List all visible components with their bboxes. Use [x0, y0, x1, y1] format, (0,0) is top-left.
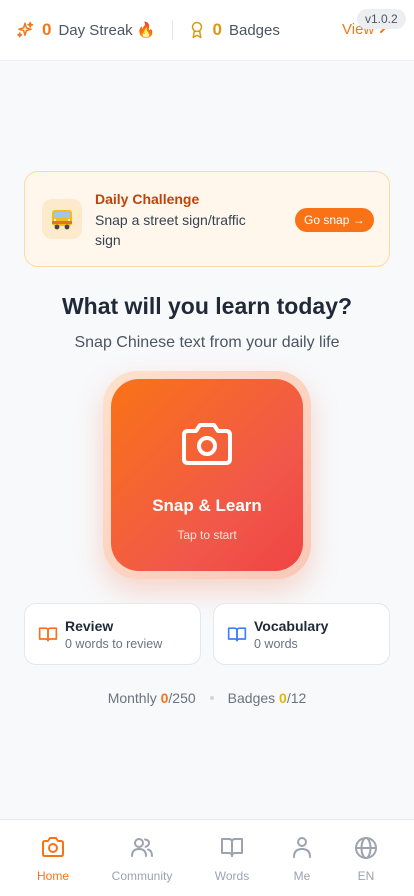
monthly-total: /250	[168, 690, 196, 706]
nav-label: Home	[36, 869, 69, 883]
book-open-icon	[227, 625, 247, 648]
users-icon	[130, 836, 154, 863]
nav-words[interactable]: Words	[192, 836, 272, 883]
stats-separator	[209, 696, 214, 700]
nav-community[interactable]: Community	[102, 836, 182, 883]
badges-stat-value: 0	[279, 690, 287, 706]
monthly-label: Monthly	[107, 690, 157, 706]
bottom-nav: Home Community Words Me EN	[0, 819, 414, 896]
page-subtitle: Snap Chinese text from your daily life	[74, 334, 340, 351]
daily-challenge-card[interactable]: Daily Challenge Snap a street sign/traff…	[24, 171, 390, 267]
badges-label: Badges	[228, 21, 280, 39]
streak-label: Day Streak 🔥	[58, 22, 156, 39]
nav-home[interactable]: Home	[13, 836, 93, 883]
streak-stat: 0 Day Streak 🔥	[16, 20, 156, 40]
nav-label: Community	[111, 869, 173, 883]
globe-icon	[354, 836, 378, 865]
camera-icon	[180, 379, 234, 472]
award-icon	[189, 21, 205, 39]
camera-icon	[41, 836, 65, 863]
snap-learn-button[interactable]: Snap & Learn Tap to start	[111, 379, 303, 571]
nav-label: Me	[293, 869, 311, 883]
go-snap-button[interactable]: Go snap →	[295, 208, 374, 232]
review-title: Review	[65, 618, 114, 634]
snap-subtitle: Tap to start	[177, 528, 237, 542]
review-subtitle: 0 words to review	[65, 637, 163, 651]
book-icon	[220, 836, 244, 863]
challenge-title: Daily Challenge	[95, 191, 200, 207]
stat-divider	[171, 20, 173, 40]
review-card[interactable]: Review 0 words to review	[24, 603, 201, 665]
challenge-text: Snap a street sign/traffic sign	[95, 212, 246, 248]
book-open-icon	[38, 625, 58, 648]
snap-title: Snap & Learn	[152, 496, 262, 515]
streak-count: 0	[42, 20, 52, 39]
top-bar: 0 Day Streak 🔥 0 Badges View v1.0.2	[0, 0, 414, 61]
badges-stat-total: /12	[286, 690, 307, 706]
monthly-value: 0	[160, 690, 169, 706]
sparkle-icon	[16, 21, 34, 39]
nav-language[interactable]: EN	[326, 836, 406, 883]
vocabulary-card[interactable]: Vocabulary 0 words	[213, 603, 390, 665]
badges-count: 0	[212, 20, 222, 39]
vocabulary-title: Vocabulary	[254, 618, 329, 634]
nav-label: Words	[214, 869, 250, 883]
bus-icon	[42, 199, 82, 239]
badges-stat: 0 Badges	[189, 20, 280, 40]
nav-label: EN	[357, 869, 375, 883]
progress-stats: Monthly 0/250 Badges 0/12	[0, 690, 414, 706]
page-title: What will you learn today?	[61, 293, 353, 319]
badges-stat-label: Badges	[227, 690, 276, 706]
user-icon	[290, 836, 314, 863]
vocabulary-subtitle: 0 words	[254, 637, 298, 651]
version-badge: v1.0.2	[357, 9, 406, 29]
